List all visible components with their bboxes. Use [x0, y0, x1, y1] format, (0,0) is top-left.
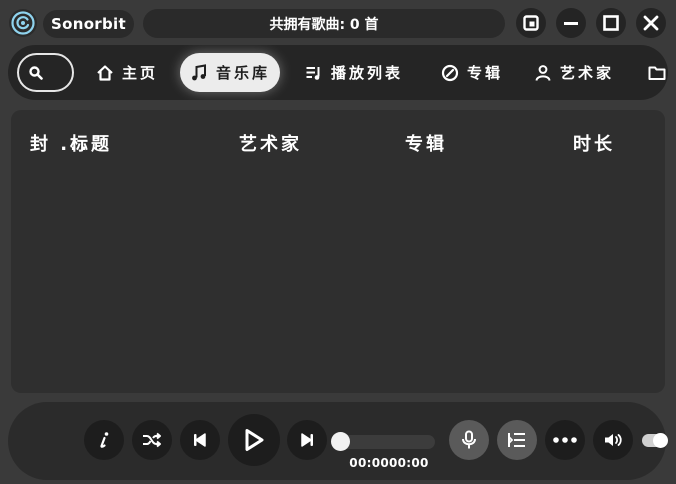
restore-button[interactable] [516, 8, 546, 38]
nav-item-artists[interactable]: 艺术家 [524, 53, 624, 92]
more-icon [553, 437, 577, 443]
nav-item-label: 艺术家 [560, 64, 615, 82]
nav-item-albums[interactable]: 专辑 [431, 53, 513, 92]
nav-item-library[interactable]: 音乐库 [180, 53, 281, 92]
nav-item-folders[interactable] [638, 53, 668, 92]
nav-item-label: 播放列表 [331, 64, 404, 82]
person-icon [535, 64, 551, 81]
volume-button[interactable] [593, 420, 633, 460]
next-icon [301, 433, 313, 447]
nav-item-playlists[interactable]: 播放列表 [295, 53, 413, 92]
playlist-icon [306, 66, 320, 80]
volume-icon [605, 434, 622, 446]
library-table: 封 ... 标题 艺术家 专辑 时长 [11, 110, 665, 393]
column-header-title[interactable]: 标题 [70, 130, 112, 156]
nav-item-label: 主页 [122, 64, 159, 82]
music-note-icon [192, 63, 206, 80]
lyrics-button[interactable] [449, 420, 489, 460]
previous-button[interactable] [180, 420, 220, 460]
microphone-icon [462, 430, 476, 449]
volume-slider[interactable] [642, 433, 668, 448]
info-icon [100, 432, 109, 448]
nav-item-home[interactable]: 主页 [86, 53, 168, 92]
app-name: Sonorbit [43, 10, 134, 38]
folder-icon [648, 66, 666, 80]
info-button[interactable] [84, 420, 124, 460]
nav-item-label: 专辑 [467, 64, 504, 82]
shuffle-button[interactable] [132, 420, 172, 460]
previous-icon [194, 433, 206, 447]
nav-item-label: 音乐库 [216, 64, 271, 82]
column-header-album[interactable]: 专辑 [405, 130, 447, 156]
search-button[interactable] [17, 53, 74, 92]
restore-icon [523, 15, 539, 31]
close-icon [643, 15, 659, 31]
minimize-icon [564, 22, 578, 25]
maximize-button[interactable] [596, 8, 626, 38]
next-button[interactable] [287, 420, 327, 460]
home-icon [97, 64, 113, 81]
play-button[interactable] [228, 414, 280, 466]
song-count-display: 共拥有歌曲: 0 首 [143, 9, 505, 38]
column-header-artist[interactable]: 艺术家 [239, 130, 302, 156]
queue-button[interactable] [497, 420, 537, 460]
app-logo-icon [9, 9, 37, 37]
maximize-icon [603, 15, 619, 31]
time-readout: 00:0000:00 [349, 456, 429, 470]
shuffle-icon [143, 432, 161, 448]
progress-handle[interactable] [331, 432, 350, 451]
minimize-button[interactable] [556, 8, 586, 38]
nav-bar: 主页 音乐库 播放列表 专辑 艺术家 [8, 45, 668, 100]
search-icon [29, 65, 43, 80]
queue-list-icon [508, 433, 525, 447]
column-header-duration[interactable]: 时长 [573, 130, 615, 156]
close-button[interactable] [636, 8, 666, 38]
album-icon [441, 64, 459, 81]
more-button[interactable] [545, 420, 585, 460]
play-icon [245, 429, 264, 451]
